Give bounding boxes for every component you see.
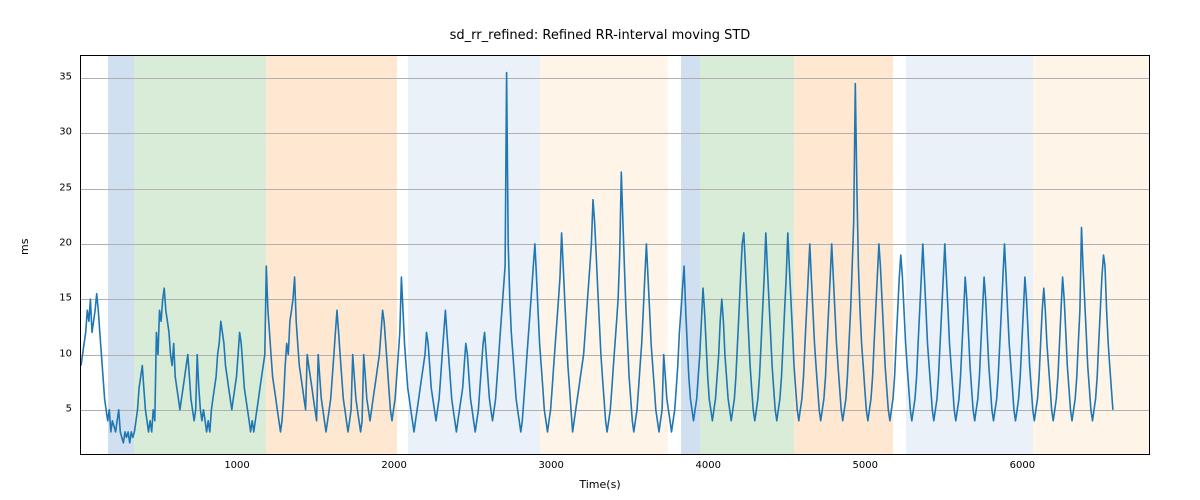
x-tick: 4000 bbox=[696, 460, 721, 471]
y-tick: 10 bbox=[32, 348, 72, 359]
y-tick: 25 bbox=[32, 182, 72, 193]
x-tick: 1000 bbox=[224, 460, 249, 471]
y-tick: 15 bbox=[32, 293, 72, 304]
y-tick: 5 bbox=[32, 403, 72, 414]
y-axis-label: ms bbox=[18, 239, 31, 255]
x-tick: 5000 bbox=[853, 460, 878, 471]
x-tick: 3000 bbox=[538, 460, 563, 471]
y-tick: 20 bbox=[32, 237, 72, 248]
chart-title: sd_rr_refined: Refined RR-interval movin… bbox=[0, 28, 1200, 43]
line-series bbox=[81, 56, 1149, 454]
y-tick: 30 bbox=[32, 127, 72, 138]
x-tick: 2000 bbox=[381, 460, 406, 471]
y-tick: 35 bbox=[32, 72, 72, 83]
figure: sd_rr_refined: Refined RR-interval movin… bbox=[0, 0, 1200, 500]
x-tick: 6000 bbox=[1010, 460, 1035, 471]
x-axis-label: Time(s) bbox=[0, 478, 1200, 491]
axes bbox=[80, 55, 1150, 455]
